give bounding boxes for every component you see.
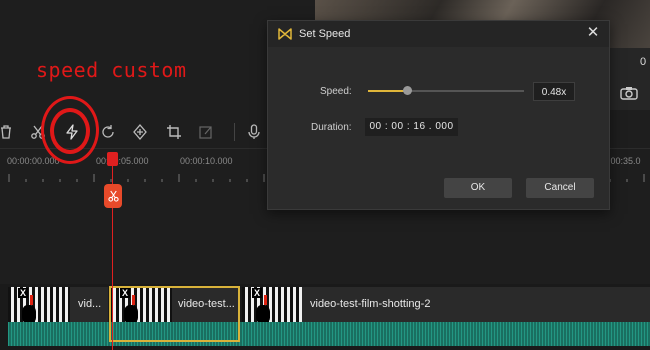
app-logo-icon bbox=[278, 28, 292, 40]
speed-slider-fill bbox=[368, 90, 407, 92]
cancel-button[interactable]: Cancel bbox=[526, 178, 594, 198]
audio-waveform[interactable] bbox=[8, 322, 650, 346]
clip-thumbnail: X bbox=[242, 287, 302, 325]
split-scissors-icon[interactable] bbox=[104, 184, 122, 208]
trash-icon[interactable] bbox=[0, 122, 16, 142]
mic-icon[interactable] bbox=[244, 122, 264, 142]
edit-icon[interactable] bbox=[196, 122, 216, 142]
timeline-clip[interactable]: X vid... bbox=[8, 287, 108, 325]
dialog-header: Set Speed ✕ bbox=[268, 21, 609, 47]
timeline-clip[interactable]: X video-test-film-shotting-2 bbox=[242, 287, 650, 325]
clip-selection-outline bbox=[109, 286, 240, 342]
ruler-label: 00:00:05.000 bbox=[96, 156, 149, 166]
ruler-label: 00:00:10.000 bbox=[180, 156, 233, 166]
clip-label: video-test-film-shotting-2 bbox=[310, 298, 431, 310]
side-panel-value: 0 bbox=[640, 56, 647, 68]
set-speed-dialog: Set Speed ✕ Speed: 0.48x Duration: 00 : … bbox=[267, 20, 610, 210]
toolbar-divider bbox=[234, 123, 235, 141]
clip-thumbnail: X bbox=[8, 287, 70, 325]
clip-label: vid... bbox=[78, 298, 102, 310]
ruler-label: 00:00:00.000 bbox=[7, 156, 60, 166]
annotation-text: speed custom bbox=[36, 58, 187, 82]
speed-slider-thumb[interactable] bbox=[403, 86, 412, 95]
add-marker-icon[interactable] bbox=[130, 122, 150, 142]
ok-button[interactable]: OK bbox=[444, 178, 512, 198]
duration-field[interactable]: 00 : 00 : 16 . 000 bbox=[365, 118, 458, 136]
dialog-title: Set Speed bbox=[299, 28, 351, 40]
rotate-icon[interactable] bbox=[98, 122, 118, 142]
annotation-circle-inner bbox=[50, 108, 90, 154]
crop-icon[interactable] bbox=[164, 122, 184, 142]
duration-label: Duration: bbox=[311, 122, 352, 133]
speed-slider[interactable] bbox=[368, 86, 524, 95]
speed-label: Speed: bbox=[320, 86, 352, 97]
close-icon[interactable]: ✕ bbox=[584, 24, 602, 42]
snapshot-camera-icon[interactable] bbox=[620, 86, 638, 100]
speed-value-field[interactable]: 0.48x bbox=[533, 82, 575, 101]
playhead-handle[interactable] bbox=[107, 152, 118, 166]
